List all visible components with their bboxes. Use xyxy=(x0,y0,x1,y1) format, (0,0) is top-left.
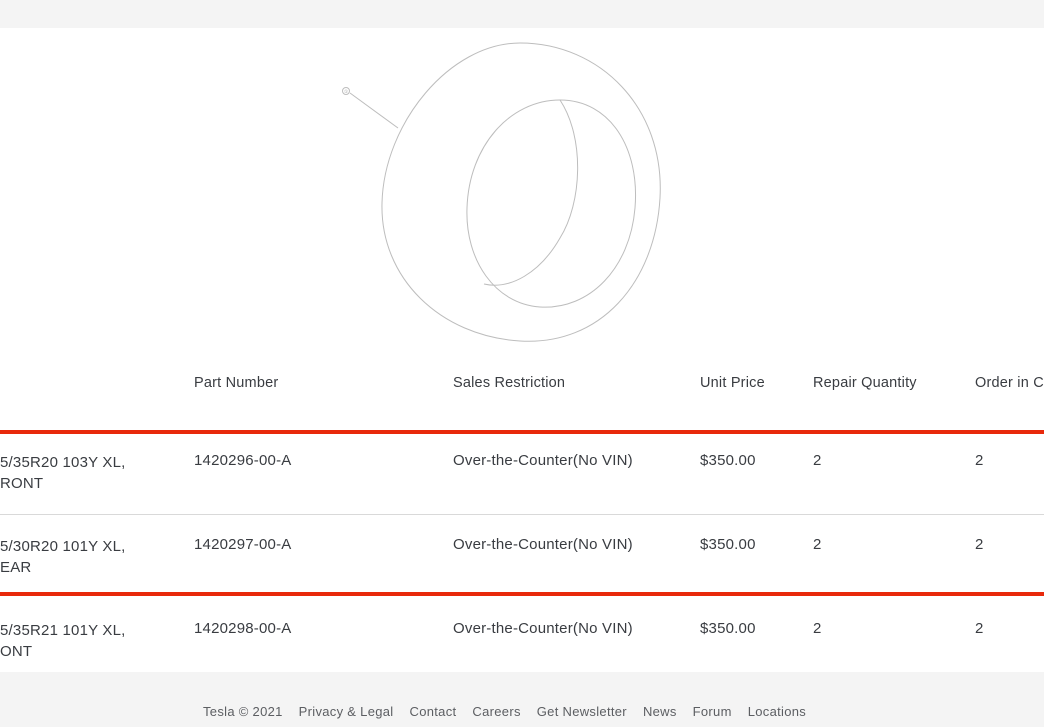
table-row[interactable]: 5/30R20 101Y XL, EAR 1420297-00-A Over-t… xyxy=(0,517,1044,601)
parts-content: ① Part Number Sales Restriction Unit Pri… xyxy=(0,28,1044,672)
footer-link-contact[interactable]: Contact xyxy=(410,704,457,719)
repair-quantity: 2 xyxy=(813,452,822,469)
sales-restriction: Over-the-Counter(No VIN) xyxy=(453,536,633,553)
tire-outer-outline xyxy=(381,42,661,342)
footer-copyright: Tesla © 2021 xyxy=(203,704,283,719)
part-number: 1420298-00-A xyxy=(194,620,292,637)
header-part-number: Part Number xyxy=(194,375,279,391)
part-description: 5/30R20 101Y XL, EAR xyxy=(0,536,126,578)
unit-price: $350.00 xyxy=(700,620,756,637)
table-row[interactable]: 5/35R20 103Y XL, RONT 1420296-00-A Over-… xyxy=(0,433,1044,517)
description-line: EAR xyxy=(0,559,32,576)
tire-diagram: ① xyxy=(342,42,661,342)
part-number: 1420296-00-A xyxy=(194,452,292,469)
repair-quantity: 2 xyxy=(813,620,822,637)
part-number: 1420297-00-A xyxy=(194,536,292,553)
description-line: 5/30R20 101Y XL, xyxy=(0,538,126,555)
footer-link-careers[interactable]: Careers xyxy=(472,704,520,719)
top-band xyxy=(0,0,1044,28)
footer-link-forum[interactable]: Forum xyxy=(693,704,732,719)
description-line: 5/35R21 101Y XL, xyxy=(0,622,126,639)
footer-links: Tesla © 2021 Privacy & Legal Contact Car… xyxy=(203,704,806,719)
footer-link-get-newsletter[interactable]: Get Newsletter xyxy=(537,704,627,719)
footer-link-news[interactable]: News xyxy=(643,704,677,719)
callout-leader xyxy=(349,92,399,129)
part-description: 5/35R21 101Y XL, ONT xyxy=(0,620,126,662)
description-line: ONT xyxy=(0,643,33,660)
row-divider xyxy=(0,514,1044,515)
sales-restriction: Over-the-Counter(No VIN) xyxy=(453,620,633,637)
footer-link-locations[interactable]: Locations xyxy=(748,704,806,719)
description-line: 5/35R20 103Y XL, xyxy=(0,454,126,471)
header-repair-quantity: Repair Quantity xyxy=(813,375,917,391)
description-line: RONT xyxy=(0,475,44,492)
highlight-bottom-border xyxy=(0,592,1044,596)
order-in-quantity: 2 xyxy=(975,536,984,553)
order-in-quantity: 2 xyxy=(975,452,984,469)
part-description: 5/35R20 103Y XL, RONT xyxy=(0,452,126,494)
footer: Tesla © 2021 Privacy & Legal Contact Car… xyxy=(0,672,1044,727)
header-unit-price: Unit Price xyxy=(700,375,765,391)
footer-link-privacy-legal[interactable]: Privacy & Legal xyxy=(299,704,394,719)
sales-restriction: Over-the-Counter(No VIN) xyxy=(453,452,633,469)
order-in-quantity: 2 xyxy=(975,620,984,637)
callout-number: ① xyxy=(344,89,348,95)
header-sales-restriction: Sales Restriction xyxy=(453,375,566,391)
header-order-in: Order in C xyxy=(975,375,1044,391)
tire-inner-rim xyxy=(466,99,637,308)
unit-price: $350.00 xyxy=(700,452,756,469)
unit-price: $350.00 xyxy=(700,536,756,553)
repair-quantity: 2 xyxy=(813,536,822,553)
